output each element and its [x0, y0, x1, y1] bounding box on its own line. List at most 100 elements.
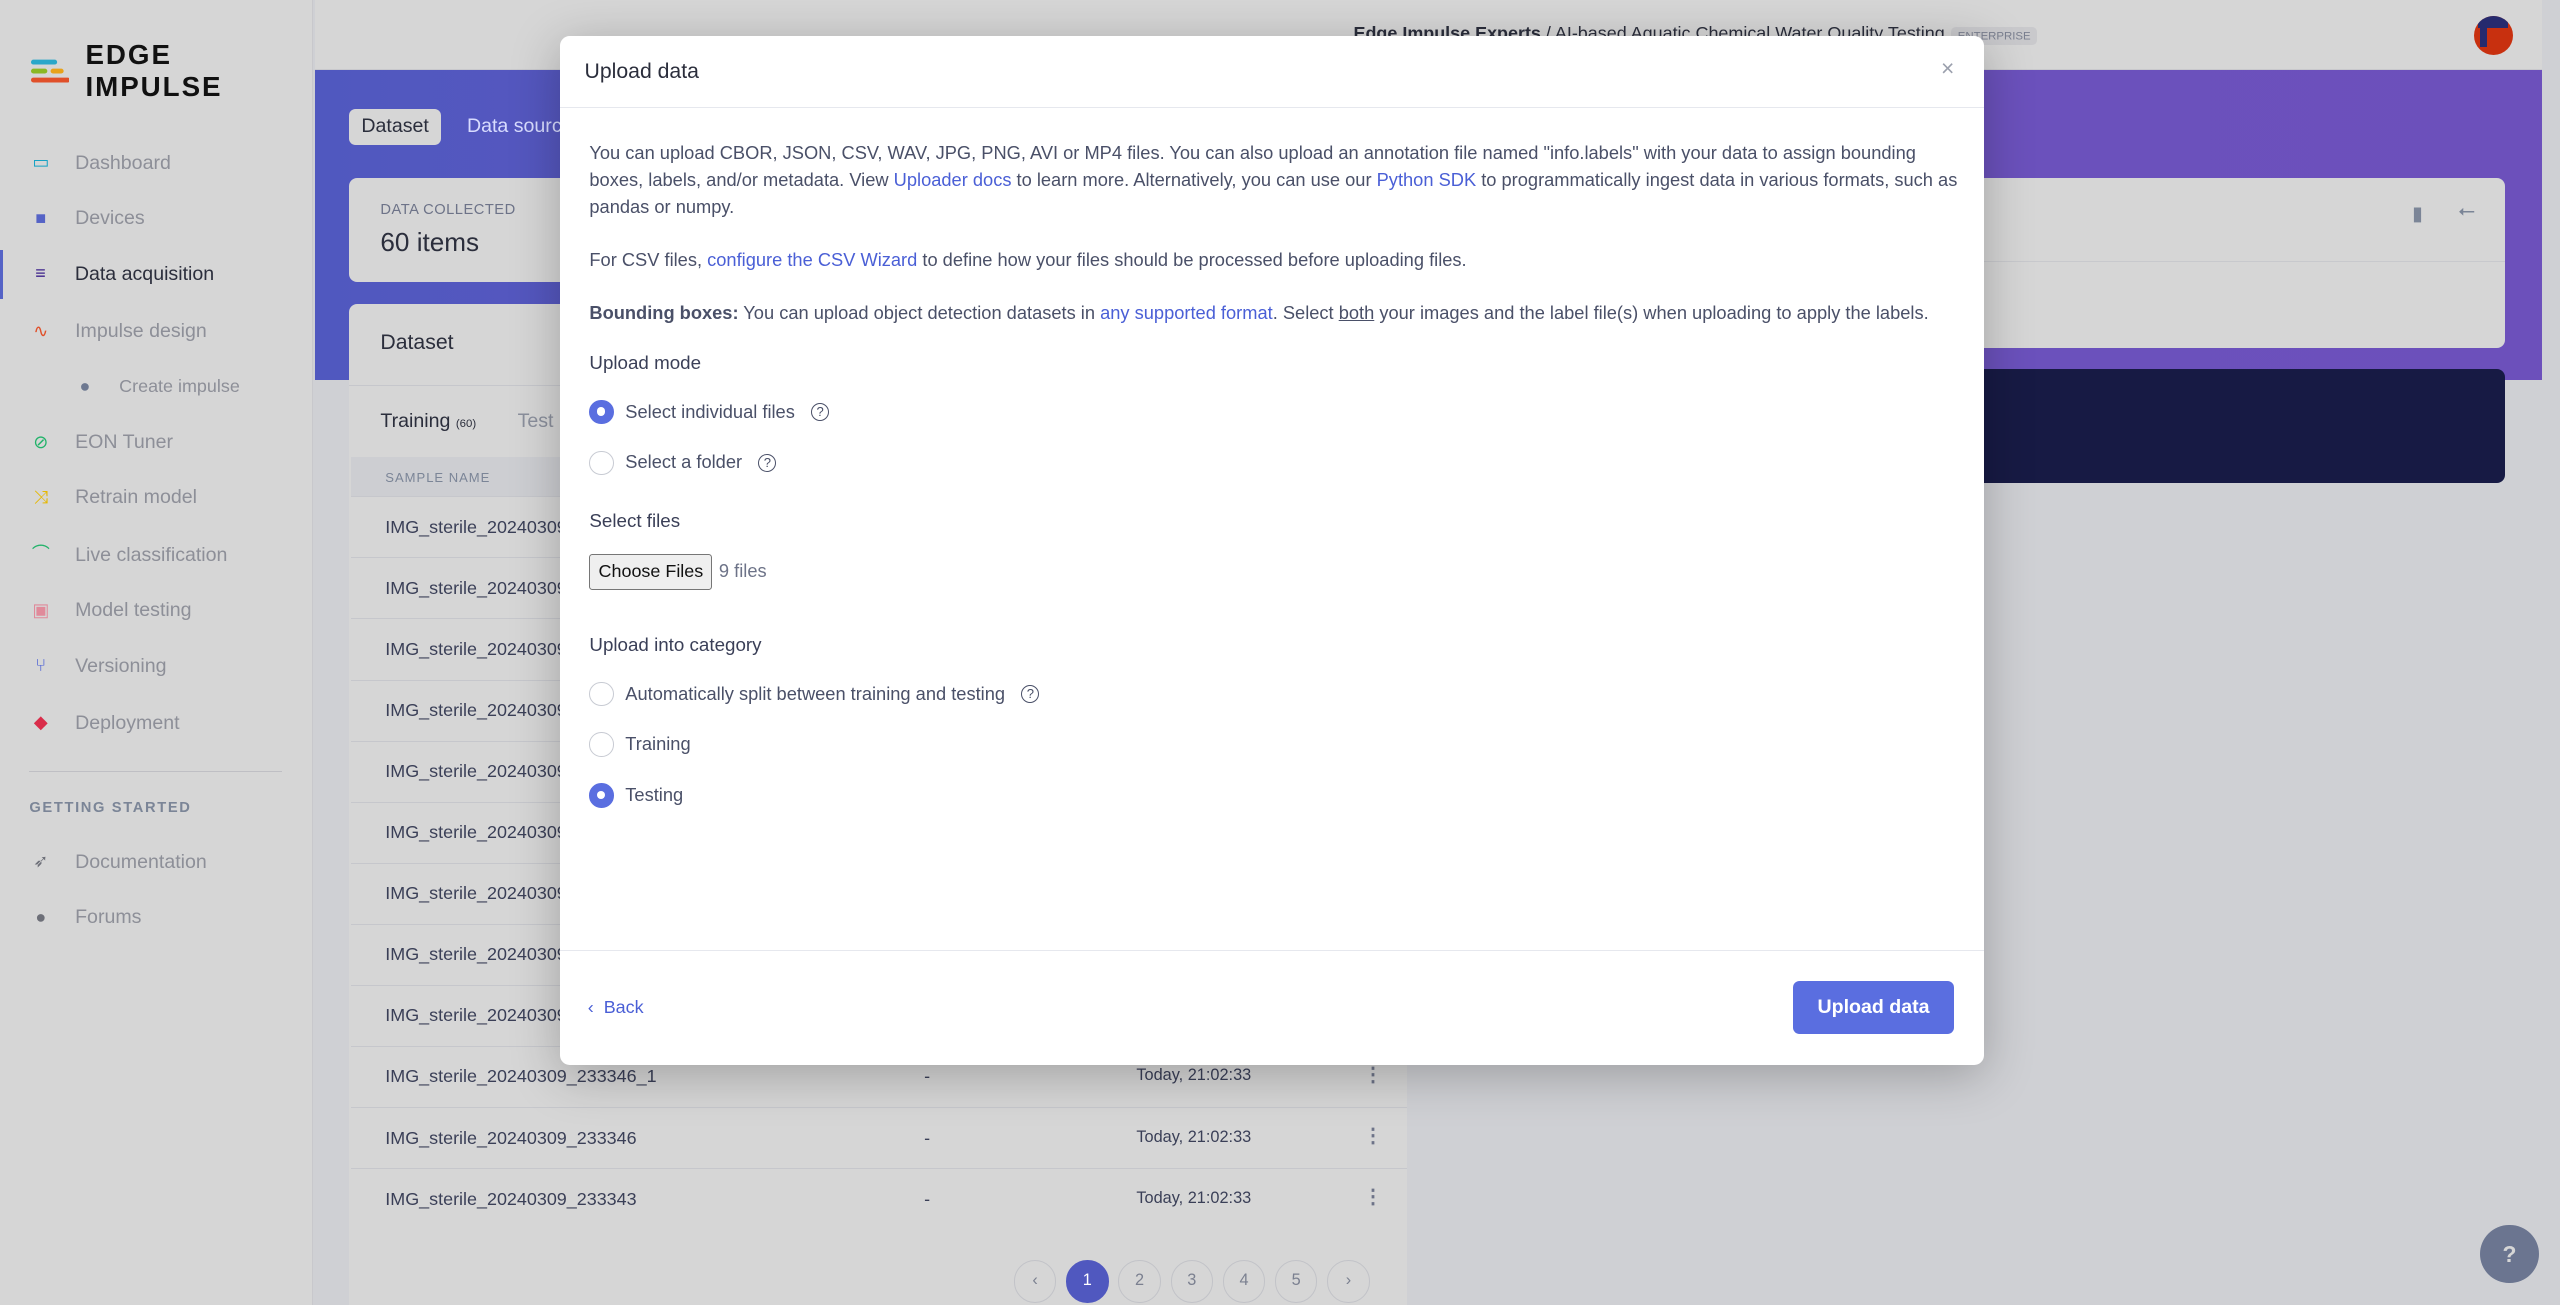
uploader-docs-link[interactable]: Uploader docs: [894, 169, 1012, 190]
back-button[interactable]: ‹ Back: [588, 997, 644, 1018]
pulse-icon: ∿: [33, 320, 49, 341]
compass-icon: ⊘: [33, 431, 49, 452]
intro-text: You can upload CBOR, JSON, CSV, WAV, JPG…: [589, 140, 1960, 221]
radio-button[interactable]: [589, 681, 614, 707]
tab-test[interactable]: Test: [518, 410, 554, 433]
sample-name: IMG_sterile_20240309: [385, 1005, 567, 1026]
dot-icon: ●: [79, 376, 91, 397]
training-count: (60): [455, 417, 477, 430]
chip-icon[interactable]: ▮: [2412, 202, 2423, 226]
sample-name: IMG_sterile_20240309: [385, 883, 567, 904]
table-row[interactable]: IMG_sterile_20240309_233343 - Today, 21:02…: [351, 1168, 1408, 1228]
nav-label: Live classification: [75, 543, 228, 566]
sidebar-item-live-classification[interactable]: ⌒ Live classification: [0, 531, 313, 580]
sidebar-item-create-impulse[interactable]: ● Create impulse: [0, 362, 313, 411]
radio-select-files[interactable]: Select individual files?: [589, 387, 1960, 438]
choose-files-button[interactable]: Choose Files: [589, 554, 713, 590]
dark-panel: [1959, 368, 2505, 484]
csv-wizard-link[interactable]: configure the CSV Wizard: [707, 249, 917, 270]
sample-date: Today, 21:02:33: [1136, 1188, 1252, 1207]
python-sdk-link[interactable]: Python SDK: [1377, 169, 1477, 190]
bbox-heading: Bounding boxes:: [589, 302, 739, 324]
next-page-button[interactable]: ›: [1327, 1260, 1370, 1303]
chip-icon: ■: [35, 207, 47, 228]
sample-name: IMG_sterile_20240309: [385, 761, 567, 782]
kebab-menu-icon[interactable]: ⋮: [1363, 1063, 1383, 1087]
category-label: Upload into category: [589, 634, 762, 656]
sample-name: IMG_sterile_20240309: [385, 944, 567, 965]
radio-training[interactable]: Training: [589, 719, 1960, 770]
prev-page-button[interactable]: ‹: [1013, 1260, 1057, 1303]
sample-name: IMG_sterile_20240309: [385, 516, 567, 537]
sample-label: -: [924, 1066, 931, 1087]
logo[interactable]: EDGE IMPULSE: [31, 39, 312, 103]
radio-button[interactable]: [589, 450, 614, 476]
table-row[interactable]: IMG_sterile_20240309_233346 - Today, 21:02…: [351, 1106, 1408, 1167]
bbox-text-1: You can upload object detection datasets…: [738, 302, 1101, 324]
sidebar-item-retrain-model[interactable]: ⤨ Retrain model: [0, 473, 313, 522]
nav-label: Impulse design: [75, 319, 207, 342]
chevron-left-icon: ‹: [587, 996, 594, 1017]
radio-button[interactable]: [589, 399, 614, 425]
help-circle-icon[interactable]: ?: [758, 453, 777, 472]
avatar[interactable]: [2473, 16, 2513, 56]
radio-button[interactable]: [589, 783, 614, 808]
dataset-title: Dataset: [380, 331, 454, 355]
file-input[interactable]: Choose Files 9 files: [589, 554, 1960, 590]
nav-label: EON Tuner: [75, 430, 174, 453]
sidebar-item-data-acquisition[interactable]: ≡ Data acquisition: [0, 249, 313, 299]
sidebar-item-model-testing[interactable]: ▣ Model testing: [0, 586, 313, 635]
help-circle-icon[interactable]: ?: [1021, 685, 1040, 704]
page-button[interactable]: 4: [1222, 1260, 1266, 1303]
page-button[interactable]: 1: [1066, 1260, 1109, 1303]
close-icon[interactable]: ×: [1941, 55, 1954, 82]
page-button[interactable]: 3: [1170, 1260, 1213, 1303]
tab-training[interactable]: Training (60): [380, 410, 476, 433]
branch-icon: ⑂: [35, 655, 47, 676]
usb-icon[interactable]: ⭠: [2458, 199, 2475, 223]
help-button[interactable]: ?: [2480, 1224, 2539, 1284]
upload-mode-label: Upload mode: [589, 352, 702, 374]
csv-text-2: to define how your files should be proce…: [917, 249, 1467, 271]
pagination: ‹ 1 2 3 4 5 ›: [1013, 1260, 1370, 1303]
sample-name: IMG_sterile_20240309: [385, 577, 567, 598]
radio-select-folder[interactable]: Select a folder?: [589, 437, 1960, 488]
radio-testing[interactable]: Testing: [589, 770, 1960, 821]
monitor-icon: ▭: [32, 152, 50, 173]
sample-label: -: [924, 1188, 931, 1209]
upload-data-button[interactable]: Upload data: [1792, 980, 1955, 1035]
supported-format-link[interactable]: any supported format: [1100, 302, 1273, 323]
page-button[interactable]: 5: [1275, 1260, 1318, 1303]
kebab-menu-icon[interactable]: ⋮: [1363, 1185, 1383, 1209]
radio-label: Automatically split between training and…: [625, 682, 1006, 704]
data-collected-value: 60 items: [380, 226, 480, 257]
radio-auto-split[interactable]: Automatically split between training and…: [589, 669, 1960, 720]
radio-label: Select a folder: [625, 451, 743, 473]
sample-name: IMG_sterile_20240309: [385, 639, 567, 660]
sidebar-item-forums[interactable]: ● Forums: [0, 893, 313, 942]
bbox-text: Bounding boxes: You can upload object de…: [589, 300, 1960, 327]
sidebar-item-impulse-design[interactable]: ∿ Impulse design: [0, 307, 313, 356]
modal-title: Upload data: [584, 60, 699, 84]
help-circle-icon[interactable]: ?: [811, 403, 830, 422]
radio-label: Select individual files: [625, 400, 795, 422]
nav-label: Devices: [75, 207, 145, 230]
nav-label: Model testing: [75, 599, 192, 622]
sidebar-item-devices[interactable]: ■ Devices: [0, 194, 313, 243]
sidebar-item-documentation[interactable]: ➶ Documentation: [0, 838, 313, 887]
sidebar-item-dashboard[interactable]: ▭ Dashboard: [0, 139, 313, 188]
nav-label: Create impulse: [119, 376, 240, 397]
tab-dataset[interactable]: Dataset: [349, 109, 441, 146]
radio-button[interactable]: [589, 732, 614, 757]
kebab-menu-icon[interactable]: ⋮: [1363, 1124, 1383, 1148]
sidebar-item-deployment[interactable]: ◆ Deployment: [0, 699, 313, 748]
nav-label: Retrain model: [75, 486, 197, 509]
bbox-both: both: [1338, 302, 1375, 324]
sample-name: IMG_sterile_20240309_233346: [385, 1127, 637, 1148]
sidebar-item-versioning[interactable]: ⑂ Versioning: [0, 642, 313, 691]
page-button[interactable]: 2: [1118, 1260, 1161, 1303]
file-count: 9 files: [718, 560, 767, 582]
nav-label: Data acquisition: [74, 262, 215, 285]
intro-text-2: to learn more. Alternatively, you can us…: [1011, 169, 1377, 191]
sidebar-item-eon-tuner[interactable]: ⊘ EON Tuner: [0, 418, 313, 467]
